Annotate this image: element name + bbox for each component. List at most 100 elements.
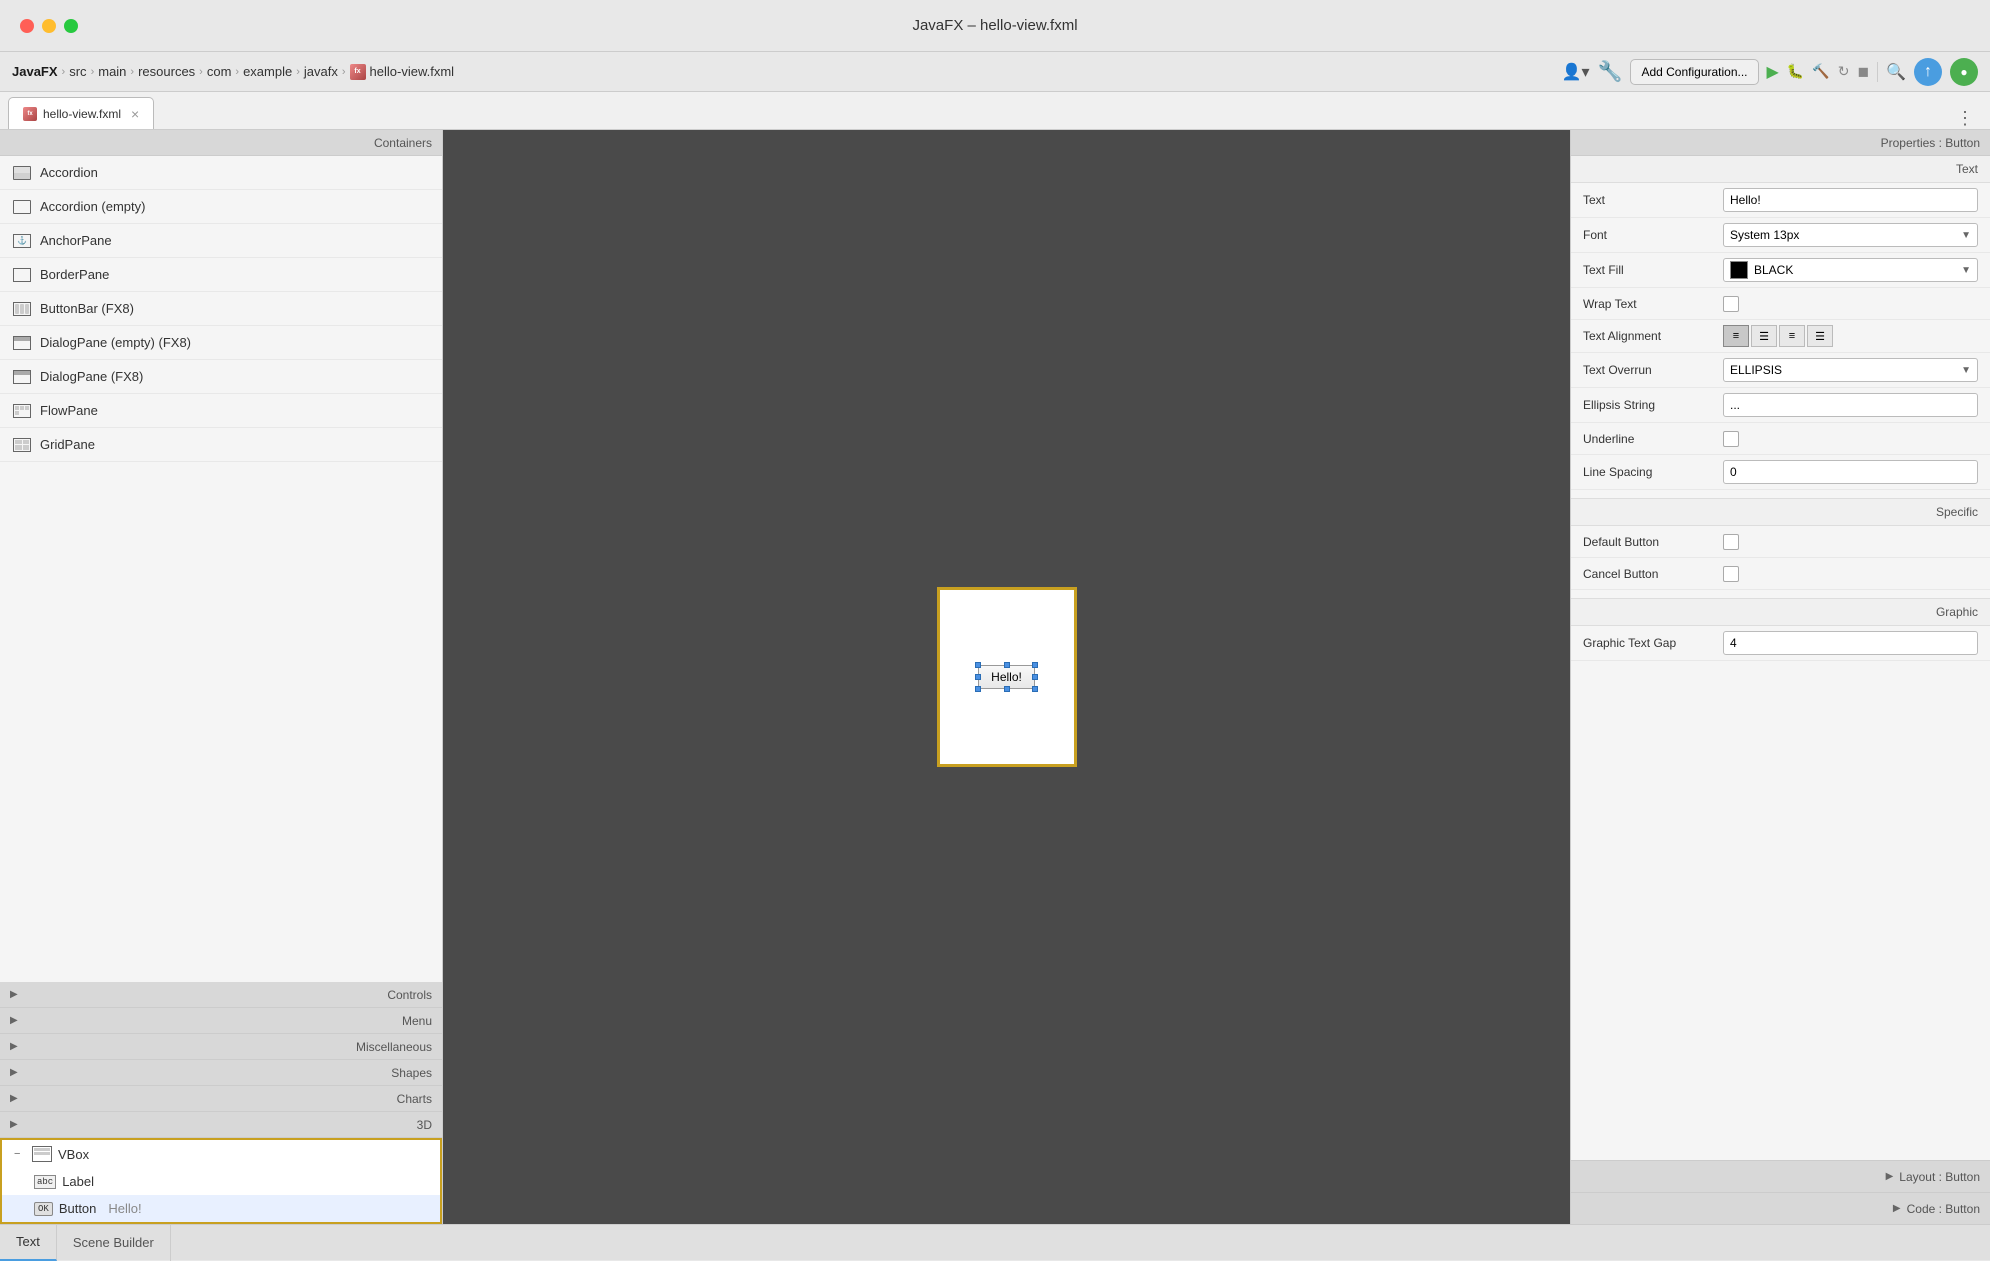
plugin-icon[interactable]: ● — [1950, 58, 1978, 86]
hello-button[interactable]: Hello! — [978, 665, 1035, 689]
cancelbtn-prop-row: Cancel Button — [1571, 558, 1990, 590]
stop-button[interactable]: ◼ — [1857, 63, 1869, 80]
toolbar-divider — [1877, 62, 1878, 82]
ellipsis-input[interactable] — [1723, 393, 1978, 417]
textfill-select[interactable]: BLACK ▼ — [1723, 258, 1978, 282]
component-name: Accordion (empty) — [40, 199, 145, 214]
containers-section-header: Containers — [0, 130, 442, 156]
breadcrumb-resources[interactable]: resources — [138, 64, 195, 79]
breadcrumb-main[interactable]: main — [98, 64, 126, 79]
font-select[interactable]: System 13px ▼ — [1723, 223, 1978, 247]
reload-button[interactable]: ↻ — [1838, 63, 1850, 80]
tree-item-button[interactable]: OK Button Hello! — [2, 1195, 440, 1222]
list-item[interactable]: ⚓ AnchorPane — [0, 224, 442, 258]
breadcrumb-sep-7: › — [342, 66, 346, 78]
button-label: Button — [59, 1201, 97, 1216]
list-item[interactable]: GridPane — [0, 428, 442, 462]
search-icon[interactable]: 🔍 — [1886, 62, 1906, 82]
maximize-button[interactable] — [64, 19, 78, 33]
list-item[interactable]: Accordion — [0, 156, 442, 190]
misc-arrow: ▶ — [10, 1041, 18, 1052]
breadcrumb-src[interactable]: src — [69, 64, 86, 79]
build-button[interactable]: 🔨 — [1812, 63, 1829, 80]
misc-label: Miscellaneous — [356, 1040, 432, 1054]
defaultbtn-checkbox[interactable] — [1723, 534, 1739, 550]
shapes-section[interactable]: ▶ Shapes — [0, 1060, 442, 1086]
tree-item-label[interactable]: abc Label — [2, 1168, 440, 1195]
tab-hello-view[interactable]: fx hello-view.fxml × — [8, 97, 154, 129]
close-button[interactable] — [20, 19, 34, 33]
controls-section[interactable]: ▶ Controls — [0, 982, 442, 1008]
align-left-button[interactable]: ≡ — [1723, 325, 1749, 347]
vbox-collapse-icon[interactable]: − — [14, 1148, 26, 1160]
add-configuration-button[interactable]: Add Configuration... — [1630, 59, 1758, 85]
breadcrumb-example[interactable]: example — [243, 64, 292, 79]
tab-close-button[interactable]: × — [131, 106, 139, 122]
underline-checkbox[interactable] — [1723, 431, 1739, 447]
vbox-icon — [32, 1146, 52, 1162]
3d-section[interactable]: ▶ 3D — [0, 1112, 442, 1138]
layout-section-row[interactable]: ▶ Layout : Button — [1571, 1160, 1990, 1192]
list-item[interactable]: DialogPane (empty) (FX8) — [0, 326, 442, 360]
accordion-icon — [12, 163, 32, 183]
canvas-area[interactable]: Hello! — [937, 587, 1077, 767]
textoverrun-prop-row: Text Overrun ELLIPSIS ▼ — [1571, 353, 1990, 388]
textoverrun-select[interactable]: ELLIPSIS ▼ — [1723, 358, 1978, 382]
wrench-icon[interactable]: 🔧 — [1598, 59, 1623, 84]
charts-section[interactable]: ▶ Charts — [0, 1086, 442, 1112]
cancelbtn-checkbox[interactable] — [1723, 566, 1739, 582]
props-scroll-area: Text Text Font System 13px ▼ — [1571, 156, 1990, 1160]
underline-prop-row: Underline — [1571, 423, 1990, 455]
borderpane-icon — [12, 265, 32, 285]
component-name: AnchorPane — [40, 233, 112, 248]
breadcrumb-com[interactable]: com — [207, 64, 232, 79]
align-center-button[interactable]: ☰ — [1751, 325, 1777, 347]
breadcrumb-javafx[interactable]: JavaFX — [12, 64, 58, 79]
component-name: FlowPane — [40, 403, 98, 418]
black-swatch — [1730, 261, 1748, 279]
code-section-row[interactable]: ▶ Code : Button — [1571, 1192, 1990, 1224]
list-item[interactable]: Accordion (empty) — [0, 190, 442, 224]
list-item[interactable]: FlowPane — [0, 394, 442, 428]
code-label: Code : Button — [1907, 1202, 1980, 1216]
person-icon[interactable]: 👤▾ — [1562, 62, 1590, 82]
toolbar-right: 👤▾ 🔧 Add Configuration... ▶ 🐛 🔨 ↻ ◼ 🔍 ↑ … — [1562, 58, 1978, 86]
charts-label: Charts — [397, 1092, 432, 1106]
align-justify-button[interactable]: ☰ — [1807, 325, 1833, 347]
code-arrow: ▶ — [1893, 1203, 1901, 1214]
color-display: BLACK — [1730, 261, 1793, 279]
misc-section[interactable]: ▶ Miscellaneous — [0, 1034, 442, 1060]
graphicgap-input[interactable] — [1723, 631, 1978, 655]
anchorpane-icon: ⚓ — [12, 231, 32, 251]
list-item[interactable]: DialogPane (FX8) — [0, 360, 442, 394]
debug-button[interactable]: 🐛 — [1787, 63, 1804, 80]
tree-item-vbox[interactable]: − VBox — [2, 1140, 440, 1168]
properties-title: Properties : Button — [1881, 136, 1980, 150]
align-right-button[interactable]: ≡ — [1779, 325, 1805, 347]
tab-label: hello-view.fxml — [43, 107, 121, 121]
layout-label: Layout : Button — [1899, 1170, 1980, 1184]
text-input[interactable] — [1723, 188, 1978, 212]
textalign-prop-row: Text Alignment ≡ ☰ ≡ ☰ — [1571, 320, 1990, 353]
graphic-section-title: Graphic — [1571, 598, 1990, 626]
minimize-button[interactable] — [42, 19, 56, 33]
tab-scene-builder[interactable]: Scene Builder — [57, 1225, 171, 1261]
alignment-buttons: ≡ ☰ ≡ ☰ — [1723, 325, 1978, 347]
run-button[interactable]: ▶ — [1767, 62, 1779, 82]
list-item[interactable]: BorderPane — [0, 258, 442, 292]
breadcrumb-javafx2[interactable]: javafx — [304, 64, 338, 79]
component-name: BorderPane — [40, 267, 109, 282]
list-item[interactable]: ButtonBar (FX8) — [0, 292, 442, 326]
linespacing-input[interactable] — [1723, 460, 1978, 484]
update-icon[interactable]: ↑ — [1914, 58, 1942, 86]
tab-text[interactable]: Text — [0, 1225, 57, 1261]
button-text-display: Hello! — [108, 1201, 141, 1216]
ellipsis-value — [1723, 393, 1978, 417]
tab-more-button[interactable]: ⋮ — [1948, 108, 1982, 129]
linespacing-prop-row: Line Spacing — [1571, 455, 1990, 490]
component-list: Accordion Accordion (empty) ⚓ AnchorPane… — [0, 156, 442, 982]
wraptext-checkbox[interactable] — [1723, 296, 1739, 312]
charts-arrow: ▶ — [10, 1093, 18, 1104]
breadcrumb-file[interactable]: fx hello-view.fxml — [350, 64, 455, 80]
menu-section[interactable]: ▶ Menu — [0, 1008, 442, 1034]
